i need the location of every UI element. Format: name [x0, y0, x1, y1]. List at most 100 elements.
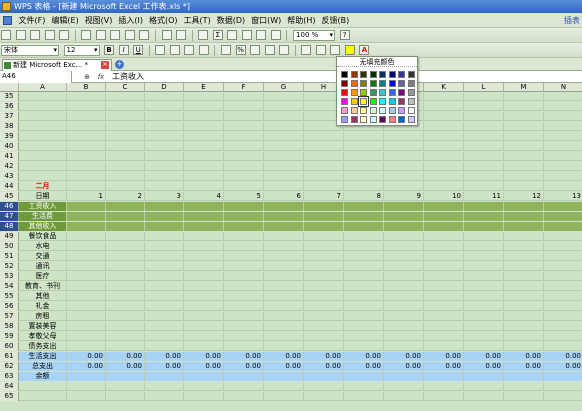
- grid-cell[interactable]: [344, 392, 384, 401]
- sheet-grid[interactable]: ABCDEFGHIJKLMN 35363738394041424344二月45日…: [0, 83, 582, 411]
- paste-icon[interactable]: [124, 30, 135, 40]
- row-header[interactable]: 39: [0, 132, 19, 141]
- grid-cell[interactable]: [264, 92, 304, 101]
- grid-cell[interactable]: 0.00: [344, 352, 384, 361]
- row-header[interactable]: 62: [0, 362, 19, 371]
- grid-cell[interactable]: 2: [106, 192, 145, 201]
- underline-button[interactable]: U: [133, 45, 144, 55]
- color-swatch[interactable]: [360, 71, 367, 78]
- formula-input[interactable]: 工资收入: [112, 71, 144, 83]
- grid-cell[interactable]: [424, 112, 464, 121]
- grid-cell[interactable]: [184, 142, 224, 151]
- label-cell[interactable]: [19, 92, 67, 101]
- row-header[interactable]: 40: [0, 142, 19, 151]
- grid-cell[interactable]: [344, 212, 384, 221]
- grid-cell[interactable]: [264, 382, 304, 391]
- grid-cell[interactable]: [106, 162, 145, 171]
- grid-cell[interactable]: [344, 132, 384, 141]
- row-header[interactable]: 46: [0, 202, 19, 211]
- grid-cell[interactable]: [184, 162, 224, 171]
- grid-cell[interactable]: [106, 142, 145, 151]
- grid-cell[interactable]: [67, 312, 106, 321]
- grid-cell[interactable]: [67, 172, 106, 181]
- grid-cell[interactable]: [504, 292, 544, 301]
- grid-cell[interactable]: 0.00: [184, 362, 224, 371]
- grid-cell[interactable]: [67, 112, 106, 121]
- format-painter-icon[interactable]: [139, 30, 150, 40]
- grid-cell[interactable]: [264, 142, 304, 151]
- copy-icon[interactable]: [110, 30, 121, 40]
- grid-cell[interactable]: [184, 252, 224, 261]
- grid-cell[interactable]: [264, 282, 304, 291]
- label-cell[interactable]: 礼金: [19, 302, 67, 311]
- grid-cell[interactable]: [544, 292, 582, 301]
- color-swatch[interactable]: [379, 98, 386, 105]
- grid-cell[interactable]: [106, 92, 145, 101]
- cut-icon[interactable]: [95, 30, 106, 40]
- grid-cell[interactable]: [145, 302, 184, 311]
- row-header[interactable]: 45: [0, 192, 19, 201]
- grid-cell[interactable]: 0.00: [464, 352, 504, 361]
- column-header[interactable]: L: [464, 83, 504, 92]
- grid-cell[interactable]: [224, 182, 264, 191]
- grid-cell[interactable]: [184, 212, 224, 221]
- zoom-fit-icon[interactable]: ⊕: [82, 72, 92, 82]
- grid-cell[interactable]: 0.00: [384, 362, 424, 371]
- row-header[interactable]: 49: [0, 232, 19, 241]
- grid-cell[interactable]: [106, 242, 145, 251]
- grid-cell[interactable]: [106, 342, 145, 351]
- label-cell[interactable]: 生活费: [19, 212, 67, 221]
- grid-cell[interactable]: [184, 342, 224, 351]
- grid-cell[interactable]: [504, 142, 544, 151]
- grid-cell[interactable]: [264, 202, 304, 211]
- grid-cell[interactable]: [145, 172, 184, 181]
- borders-icon[interactable]: [330, 45, 341, 55]
- grid-cell[interactable]: [67, 262, 106, 271]
- grid-cell[interactable]: [106, 272, 145, 281]
- color-swatch[interactable]: [369, 80, 377, 87]
- grid-cell[interactable]: [424, 202, 464, 211]
- grid-cell[interactable]: [384, 332, 424, 341]
- label-cell[interactable]: 餐饮食品: [19, 232, 67, 241]
- grid-cell[interactable]: [145, 322, 184, 331]
- grid-cell[interactable]: [145, 122, 184, 131]
- grid-cell[interactable]: [145, 92, 184, 101]
- grid-cell[interactable]: [304, 332, 344, 341]
- grid-cell[interactable]: [224, 102, 264, 111]
- grid-cell[interactable]: [106, 112, 145, 121]
- grid-cell[interactable]: [384, 212, 424, 221]
- grid-cell[interactable]: [504, 272, 544, 281]
- grid-cell[interactable]: [304, 202, 344, 211]
- color-swatch[interactable]: [398, 80, 405, 87]
- label-cell[interactable]: 交通: [19, 252, 67, 261]
- grid-cell[interactable]: [304, 392, 344, 401]
- grid-cell[interactable]: [504, 242, 544, 251]
- grid-cell[interactable]: 12: [504, 192, 544, 201]
- grid-cell[interactable]: [424, 272, 464, 281]
- grid-cell[interactable]: [106, 312, 145, 321]
- print-preview-icon[interactable]: [59, 30, 70, 40]
- grid-cell[interactable]: [544, 262, 582, 271]
- grid-cell[interactable]: [145, 222, 184, 231]
- grid-cell[interactable]: [424, 302, 464, 311]
- label-cell[interactable]: [19, 152, 67, 161]
- grid-cell[interactable]: [504, 172, 544, 181]
- select-all-corner[interactable]: [0, 83, 19, 92]
- grid-cell[interactable]: [184, 322, 224, 331]
- grid-cell[interactable]: [504, 332, 544, 341]
- grid-cell[interactable]: [304, 172, 344, 181]
- row-header[interactable]: 64: [0, 382, 19, 391]
- align-left-icon[interactable]: [155, 45, 166, 55]
- grid-cell[interactable]: [464, 332, 504, 341]
- grid-cell[interactable]: [67, 382, 106, 391]
- function-icon[interactable]: [227, 30, 238, 40]
- label-cell[interactable]: 工资收入: [19, 202, 67, 211]
- column-header[interactable]: F: [224, 83, 264, 92]
- grid-cell[interactable]: [184, 382, 224, 391]
- grid-cell[interactable]: 0.00: [145, 362, 184, 371]
- hyperlink-icon[interactable]: [198, 30, 209, 40]
- grid-cell[interactable]: [145, 282, 184, 291]
- grid-cell[interactable]: [544, 92, 582, 101]
- grid-cell[interactable]: 0.00: [264, 352, 304, 361]
- grid-cell[interactable]: [304, 132, 344, 141]
